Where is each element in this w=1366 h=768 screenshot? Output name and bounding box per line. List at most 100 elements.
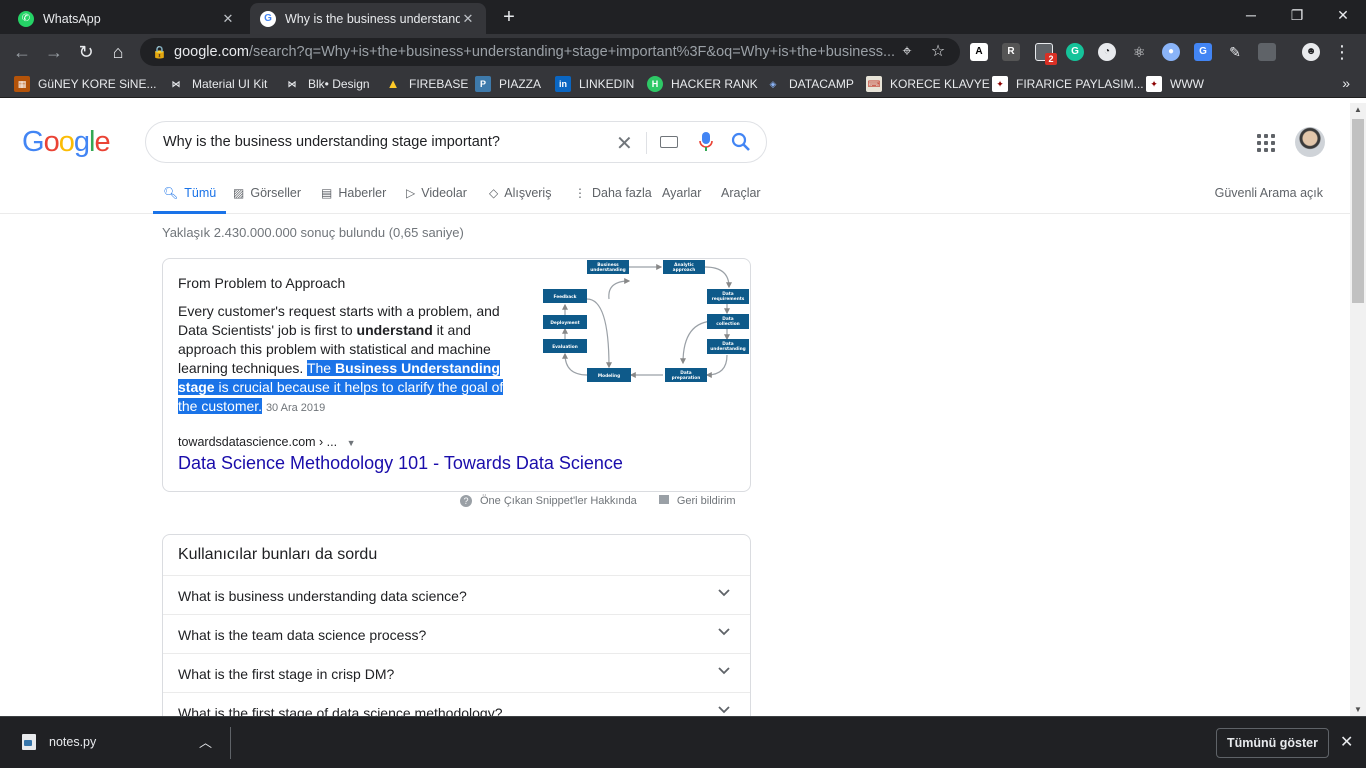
tab-title: Why is the business understandin bbox=[285, 11, 460, 26]
paa-question[interactable]: What is the team data science process? bbox=[163, 614, 750, 653]
tag-icon: ◇ bbox=[489, 186, 499, 200]
pen-extension-icon[interactable]: ✎ bbox=[1226, 43, 1244, 61]
methodology-diagram[interactable]: Business understanding Analytic approach… bbox=[541, 259, 751, 385]
search-query[interactable]: Why is the business understanding stage … bbox=[163, 134, 500, 150]
bookmark-item[interactable]: ⌨ KORECE KLAVYE bbox=[866, 76, 990, 92]
new-tab-button[interactable]: + bbox=[498, 7, 520, 29]
chevron-up-icon[interactable]: ︿ bbox=[199, 732, 212, 751]
tab-all[interactable]: 🔍︎ Tümü bbox=[153, 186, 227, 214]
show-all-button[interactable]: Tümünü göster bbox=[1216, 728, 1329, 758]
diagram-label: understanding bbox=[710, 346, 745, 352]
google-logo[interactable]: Google bbox=[22, 126, 111, 159]
scroll-down-icon[interactable]: ▼ bbox=[1354, 705, 1362, 714]
location-icon[interactable]: ⌖ bbox=[898, 43, 916, 61]
tab-shopping[interactable]: ◇ Alışveriş bbox=[489, 186, 551, 214]
tab-videos[interactable]: ▷ Videolar bbox=[406, 186, 467, 214]
tab-label: Görseller bbox=[250, 186, 302, 200]
bookmark-item[interactable]: in LINKEDIN bbox=[555, 76, 634, 92]
translate-icon[interactable]: G bbox=[1194, 43, 1212, 61]
tab-whatsapp[interactable]: ✆ WhatsApp ✕ bbox=[8, 3, 246, 34]
snippet-text: Every customer's request starts with a p… bbox=[178, 302, 520, 418]
font-extension-icon[interactable]: A bbox=[970, 43, 988, 61]
search-icon[interactable] bbox=[731, 132, 751, 152]
microphone-icon[interactable] bbox=[699, 131, 713, 153]
snippet-heading: From Problem to Approach bbox=[178, 275, 346, 291]
circle-extension-icon[interactable]: ● bbox=[1162, 43, 1180, 61]
search-box[interactable]: Why is the business understanding stage … bbox=[145, 121, 767, 163]
page-scrollbar[interactable]: ▲ ▼ bbox=[1350, 103, 1366, 716]
logo-letter: o bbox=[58, 126, 75, 158]
tab-google-search[interactable]: G Why is the business understandin ✕ bbox=[250, 3, 486, 34]
result-source[interactable]: towardsdatascience.com › ... ▼ bbox=[178, 435, 356, 449]
bookmark-item[interactable]: H HACKER RANK bbox=[647, 76, 758, 92]
diagram-label: collection bbox=[716, 321, 739, 327]
react-devtools-icon[interactable]: ⚛ bbox=[1130, 43, 1148, 61]
account-avatar[interactable] bbox=[1295, 127, 1325, 157]
people-also-ask: Kullanıcılar bunları da sordu What is bu… bbox=[162, 534, 751, 716]
diagram-label: Feedback bbox=[553, 294, 576, 300]
reload-icon[interactable]: ↻ bbox=[74, 40, 98, 64]
r-extension-icon[interactable]: R bbox=[1002, 43, 1020, 61]
tab-close-icon[interactable]: ✕ bbox=[460, 11, 476, 27]
speed-extension-icon[interactable]: ◔ bbox=[1098, 43, 1116, 61]
bookmark-item[interactable]: ⋈ Blk• Design bbox=[284, 76, 370, 92]
extension-icon[interactable] bbox=[1258, 43, 1276, 61]
back-icon[interactable]: ← bbox=[10, 40, 34, 64]
more-bookmarks-icon[interactable]: » bbox=[1342, 75, 1350, 91]
bookmark-item[interactable]: ▲ FIREBASE bbox=[385, 76, 469, 92]
bookmark-label: KORECE KLAVYE bbox=[890, 77, 990, 91]
paa-question[interactable]: What is the first stage in crisp DM? bbox=[163, 653, 750, 692]
keyboard-icon[interactable] bbox=[660, 136, 678, 148]
bookmark-star-icon[interactable]: ☆ bbox=[929, 43, 947, 61]
paa-question[interactable]: What is the first stage of data science … bbox=[163, 692, 750, 716]
tab-images[interactable]: ▨ Görseller bbox=[233, 186, 301, 214]
feedback-link[interactable]: Geri bildirim bbox=[677, 495, 736, 507]
bookmark-item[interactable]: ✦ FIRARICE PAYLASIM... bbox=[992, 76, 1144, 92]
shelf-divider bbox=[230, 727, 231, 759]
more-vert-icon: ⋮ bbox=[574, 186, 586, 200]
restore-icon[interactable]: ❐ bbox=[1274, 0, 1320, 30]
film-icon: ▦ bbox=[14, 76, 30, 92]
tab-label: Tümü bbox=[184, 186, 217, 200]
forward-icon[interactable]: → bbox=[42, 40, 66, 64]
grammarly-icon[interactable]: G bbox=[1066, 43, 1084, 61]
tab-settings[interactable]: Ayarlar bbox=[662, 186, 701, 214]
google-apps-icon[interactable] bbox=[1257, 134, 1275, 152]
download-item[interactable]: notes.py bbox=[22, 734, 96, 750]
www-icon: ✦ bbox=[1146, 76, 1162, 92]
chevron-down-icon[interactable]: ▼ bbox=[347, 438, 356, 448]
diagram-label: Modeling bbox=[598, 373, 620, 379]
tab-more[interactable]: ⋮ Daha fazla bbox=[574, 186, 652, 214]
window-close-icon[interactable]: ✕ bbox=[1320, 0, 1366, 30]
home-icon[interactable]: ⌂ bbox=[106, 40, 130, 64]
minimize-icon[interactable]: ─ bbox=[1228, 0, 1274, 30]
profile-avatar-icon[interactable]: ☻ bbox=[1302, 43, 1320, 61]
bookmark-item[interactable]: ◈ DATACAMP bbox=[765, 76, 854, 92]
google-results-page: Google Why is the business understanding… bbox=[0, 103, 1350, 716]
tab-news[interactable]: ▤ Haberler bbox=[321, 186, 386, 214]
result-title-link[interactable]: Data Science Methodology 101 - Towards D… bbox=[178, 453, 623, 474]
datacamp-icon: ◈ bbox=[769, 79, 777, 89]
tab-strip: ✆ WhatsApp ✕ G Why is the business under… bbox=[0, 0, 1366, 34]
scroll-up-icon[interactable]: ▲ bbox=[1354, 105, 1362, 114]
snippet-highlight: The bbox=[306, 360, 335, 376]
tab-tools[interactable]: Araçlar bbox=[721, 186, 761, 214]
bookmark-item[interactable]: ⋈ Material UI Kit bbox=[168, 76, 268, 92]
close-shelf-icon[interactable]: ✕ bbox=[1340, 732, 1353, 752]
bookmark-item[interactable]: ▦ GüNEY KORE SiNE... bbox=[14, 76, 156, 92]
bookmark-item[interactable]: ✦ WWW bbox=[1146, 76, 1204, 92]
safe-search-status[interactable]: Güvenli Arama açık bbox=[1215, 186, 1323, 200]
bookmark-item[interactable]: P PIAZZA bbox=[475, 76, 541, 92]
tab-label: Haberler bbox=[338, 186, 387, 200]
lock-icon: 🔒 bbox=[152, 45, 167, 59]
menu-icon[interactable]: ⋮ bbox=[1330, 40, 1354, 64]
tab-label: Daha fazla bbox=[592, 186, 652, 200]
scroll-thumb[interactable] bbox=[1352, 119, 1364, 303]
tab-close-icon[interactable]: ✕ bbox=[220, 11, 236, 27]
paa-question-text: What is the first stage of data science … bbox=[178, 705, 503, 716]
about-snippets-link[interactable]: Öne Çıkan Snippet'ler Hakkında bbox=[480, 495, 637, 507]
clear-icon[interactable]: ✕ bbox=[616, 131, 633, 156]
image-icon: ▨ bbox=[233, 186, 245, 200]
address-bar[interactable]: 🔒 google.com/search?q=Why+is+the+business… bbox=[140, 38, 960, 66]
paa-question[interactable]: What is business understanding data scie… bbox=[163, 575, 750, 614]
